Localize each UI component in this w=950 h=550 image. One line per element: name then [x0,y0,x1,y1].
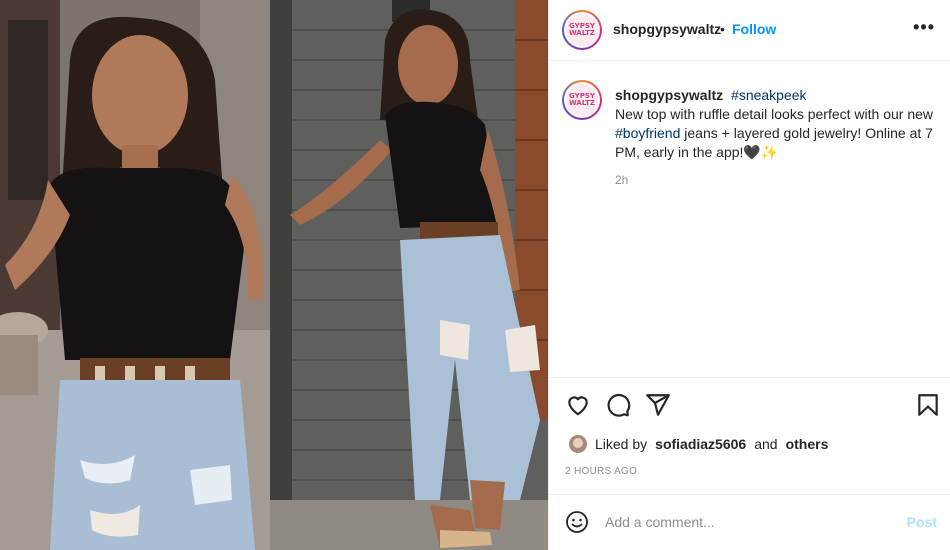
heart-icon[interactable] [565,392,591,418]
liker-avatar[interactable] [569,435,587,453]
caption-block: GYPSY WALTZ shopgypsywaltz #sneakpeek New… [549,62,950,378]
post-header: GYPSY WALTZ shopgypsywaltz • Follow ••• [549,0,950,61]
comment-icon[interactable] [605,392,631,418]
post-comment-button[interactable]: Post [907,514,937,530]
likes-summary: Liked by sofiadiaz5606 and others [569,433,828,455]
separator-dot: • [720,21,725,37]
post-details-panel: GYPSY WALTZ shopgypsywaltz • Follow ••• G… [548,0,950,550]
hashtag-link[interactable]: #boyfriend [615,125,680,141]
post-photo-illustration [0,0,548,550]
caption-emoji: 🖤✨ [743,144,779,160]
caption-text: shopgypsywaltz #sneakpeek New top with r… [615,86,935,162]
follow-button[interactable]: Follow [732,21,776,37]
post-photo[interactable] [0,0,548,550]
emoji-icon[interactable] [565,510,589,534]
brand-logo-icon: GYPSY WALTZ [566,14,598,46]
bookmark-icon[interactable] [915,392,941,418]
share-icon[interactable] [645,392,671,418]
action-bar [549,380,950,430]
caption-avatar[interactable]: GYPSY WALTZ [562,80,602,120]
liker-username-link[interactable]: sofiadiaz5606 [655,436,746,452]
comment-bar: Post [549,494,950,550]
others-link[interactable]: others [786,436,829,452]
caption-username-link[interactable]: shopgypsywaltz [615,87,723,103]
brand-logo-icon: GYPSY WALTZ [566,84,598,116]
avatar[interactable]: GYPSY WALTZ [562,10,602,50]
post-timestamp[interactable]: 2 HOURS AGO [565,466,637,477]
more-options-icon[interactable]: ••• [913,18,935,36]
caption-time[interactable]: 2h [615,173,628,187]
hashtag-link[interactable]: #sneakpeek [731,87,807,103]
caption-line: New top with ruffle detail looks perfect… [615,106,934,122]
username-link[interactable]: shopgypsywaltz [613,21,721,37]
comment-input[interactable] [605,511,885,533]
